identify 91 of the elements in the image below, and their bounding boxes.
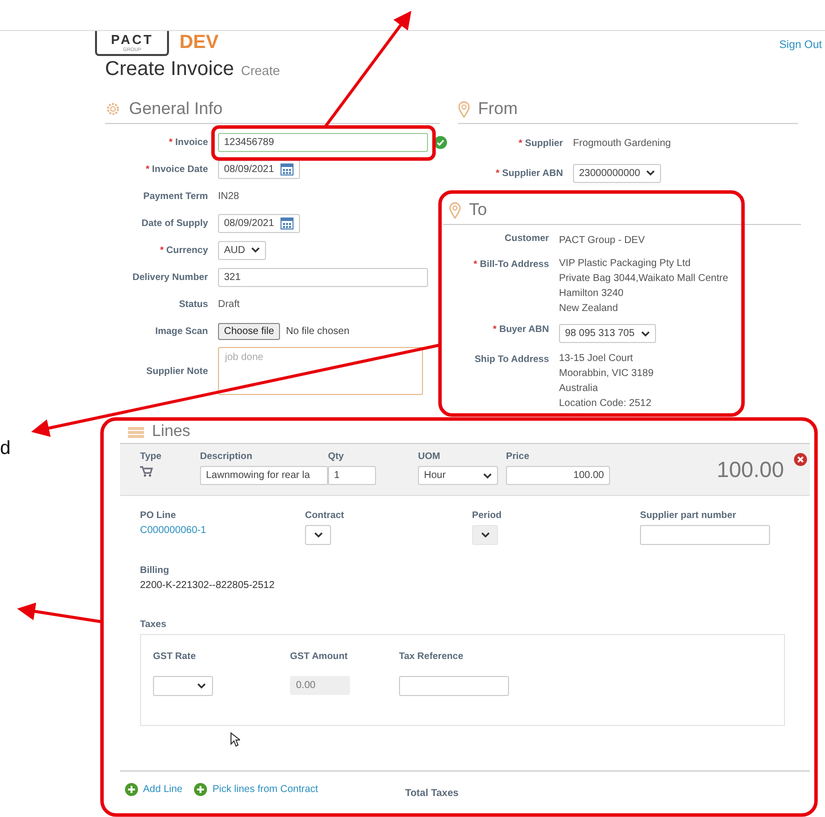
price-field[interactable]: 100.00 [506, 466, 610, 485]
address-line: Moorabbin, VIC 3189 [559, 367, 654, 381]
section-title: General Info [129, 99, 223, 119]
location-pin-icon [449, 202, 461, 218]
quantity-field[interactable]: 1 [328, 466, 376, 485]
gst-amount-field: 0.00 [290, 676, 350, 695]
lines-icon [128, 426, 144, 438]
address-line: Australia [559, 382, 599, 396]
add-icon [194, 782, 208, 796]
supplier-part-field[interactable] [640, 525, 770, 545]
date-field[interactable]: 08/09/2021 [218, 160, 300, 178]
calendar-icon[interactable] [280, 162, 294, 176]
description-field[interactable]: Lawnmowing for rear la [200, 466, 328, 485]
chevron-icon [646, 170, 656, 176]
chevron-icon [640, 330, 650, 336]
chevron-icon [483, 472, 492, 478]
field-value: Draft [218, 298, 240, 310]
select-field[interactable]: 23000000000 [573, 164, 662, 182]
po-line-link[interactable]: C000000060-1 [140, 525, 305, 536]
field-label: Period [472, 510, 503, 521]
field-label: Date of Supply [140, 218, 208, 228]
field-label: PO Line [140, 510, 177, 521]
field-label: Tax Reference [399, 651, 464, 662]
field-label: Image Scan [154, 326, 208, 336]
field-label: * Invoice [168, 136, 208, 148]
cursor-icon [230, 732, 240, 747]
column-label: Description [200, 451, 254, 462]
annotation-text: d [0, 439, 11, 459]
field-label: GST Amount [290, 651, 349, 662]
field-label: * Buyer ABN [492, 324, 549, 335]
text-field[interactable]: 321 [218, 268, 428, 286]
sign-out-link[interactable]: Sign Out [779, 39, 822, 51]
location-pin-icon [458, 100, 470, 118]
chevron-icon [314, 532, 322, 538]
cart-icon [140, 466, 153, 477]
field-label: * Supplier ABN [494, 168, 563, 178]
billing-code: 2200-K-221302--822805-2512 [140, 580, 276, 591]
chevron-icon [197, 683, 206, 689]
add-link[interactable]: Pick lines from Contract [194, 782, 318, 796]
address-line: Location Code: 2512 [559, 397, 652, 411]
taxes-heading: Taxes [140, 619, 166, 630]
add-link[interactable]: Add Line [125, 782, 182, 796]
chevron-icon [480, 532, 490, 538]
address-line: Private Bag 3044,Waikato Mall Centre [559, 272, 728, 286]
field-label: GST Rate [153, 651, 197, 662]
field-label: * Supplier [518, 138, 563, 148]
total-taxes-label: Total Taxes [405, 788, 459, 799]
field-value: IN28 [218, 190, 240, 202]
contract-select[interactable] [305, 525, 331, 545]
remove-icon[interactable] [794, 453, 807, 466]
line-total: 100.00 [716, 457, 784, 483]
field-label: Billing [140, 565, 170, 576]
gear-icon [105, 101, 121, 117]
column-label: Price [506, 451, 530, 462]
address-line: 13-15 Joel Court [559, 352, 634, 366]
choose-file-button[interactable]: Choose file [218, 322, 280, 340]
field-label: Delivery Number [131, 272, 208, 282]
section-title: To [469, 200, 487, 220]
environment-label: DEV [179, 31, 219, 55]
page-title: Create Invoice [105, 58, 234, 81]
field-label: Status [178, 298, 208, 310]
calendar-icon[interactable] [280, 216, 294, 230]
field-label: Ship To Address [474, 353, 549, 367]
chevron-icon [251, 247, 260, 253]
add-icon [125, 782, 138, 796]
file-status: No file chosen [286, 326, 350, 336]
field-value: PACT Group - DEV [559, 235, 645, 246]
address-line: Hamilton 3240 [559, 287, 624, 301]
address-line: VIP Plastic Packaging Pty Ltd [559, 257, 692, 271]
column-label: Type [140, 451, 162, 462]
select-field[interactable]: AUD [218, 240, 266, 260]
text-field[interactable]: 123456789 [218, 132, 428, 152]
section-title: From [478, 99, 518, 119]
column-label: Qty [328, 451, 345, 462]
field-label: Customer [504, 233, 549, 244]
field-label: * Invoice Date [144, 164, 208, 174]
unit-select[interactable]: Hour [418, 466, 498, 485]
field-value: Frogmouth Gardening [573, 138, 671, 148]
field-label: Payment Term [142, 190, 208, 202]
select-field[interactable]: 98 095 313 705 [559, 324, 656, 343]
address-line: New Zealand [559, 302, 619, 316]
field-label: Supplier Note [145, 366, 208, 376]
column-label: UOM [418, 451, 442, 462]
field-label: * Currency [158, 244, 208, 256]
section-title: Lines [152, 423, 190, 441]
page-subtitle: Create [240, 63, 280, 78]
field-label: Supplier part number [640, 510, 738, 521]
tax-reference-field[interactable] [399, 676, 509, 696]
date-field[interactable]: 08/09/2021 [218, 214, 300, 232]
field-label: Contract [305, 510, 346, 521]
field-label: * Bill-To Address [472, 258, 549, 272]
